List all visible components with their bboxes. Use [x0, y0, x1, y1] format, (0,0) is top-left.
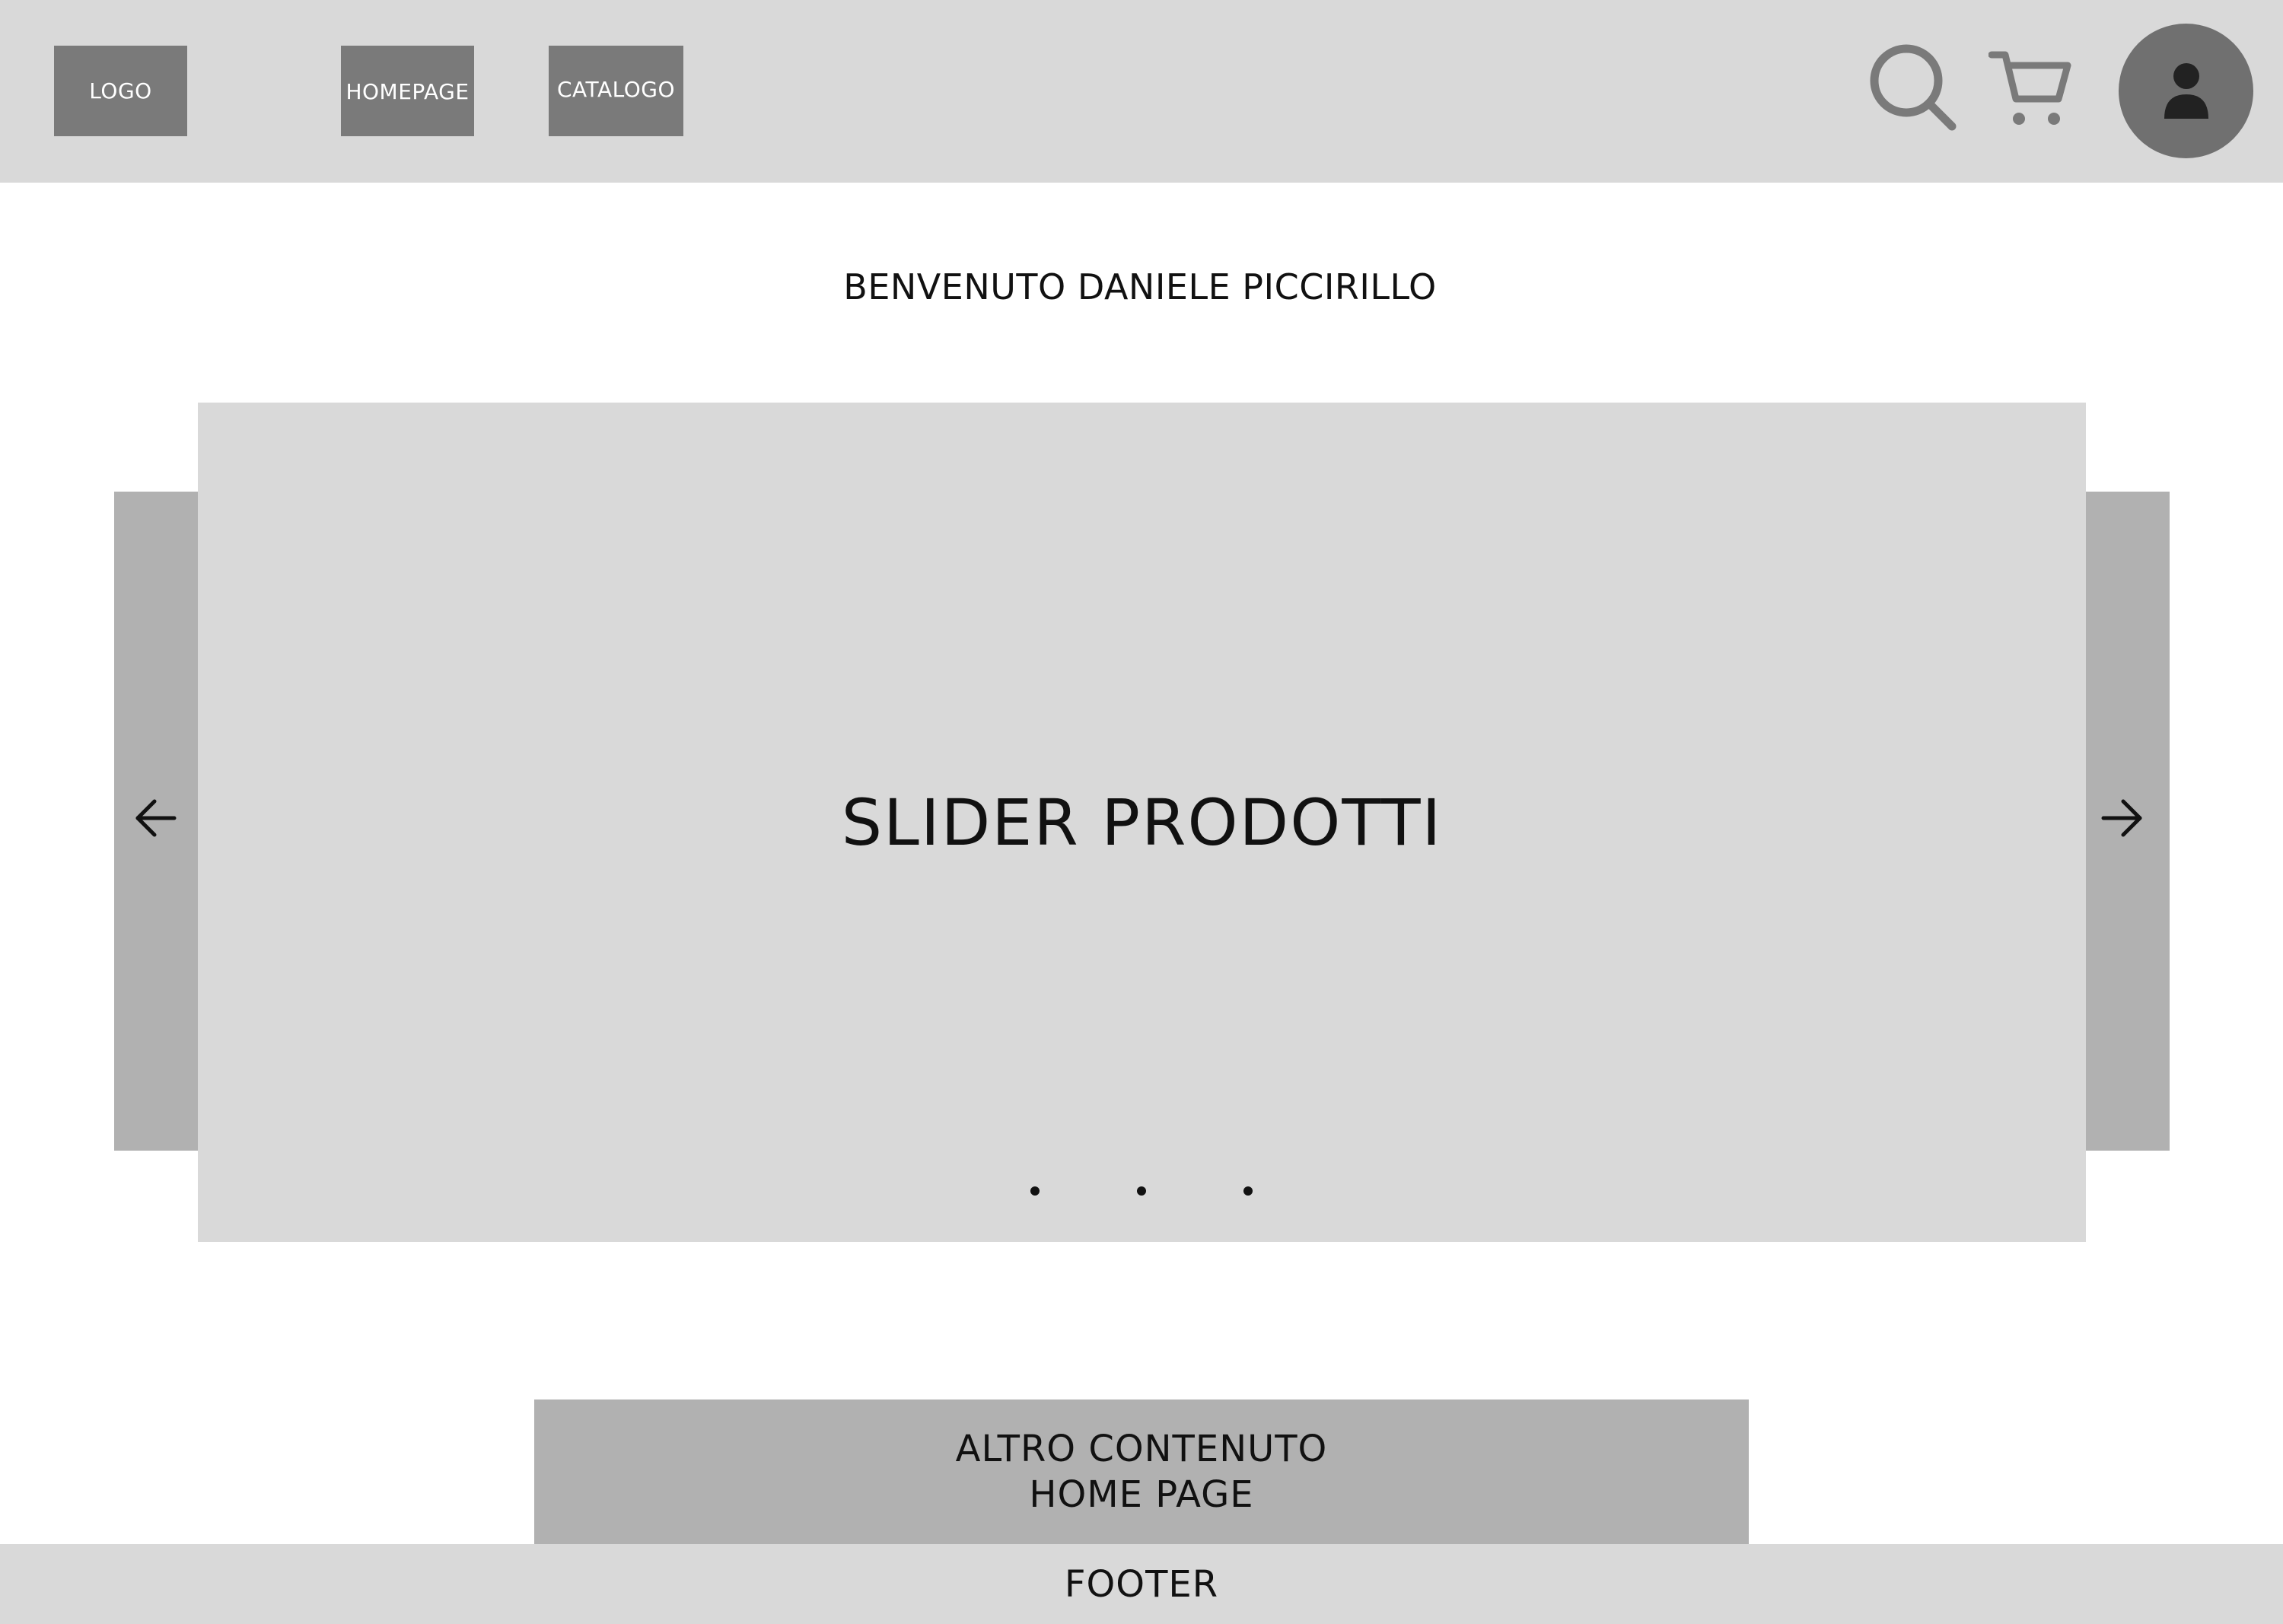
- page: LOGO HOMEPAGE CATALOGO BENVENUTO DANIELE…: [0, 0, 2283, 1624]
- other-content-line1: ALTRO CONTENUTO: [955, 1428, 1328, 1470]
- header: LOGO HOMEPAGE CATALOGO: [0, 0, 2283, 183]
- slider-dot-3[interactable]: [1243, 1186, 1253, 1196]
- nav-catalogo-button[interactable]: CATALOGO: [549, 46, 683, 136]
- other-content-line2: HOME PAGE: [1029, 1473, 1254, 1516]
- logo-label: LOGO: [89, 78, 152, 103]
- cart-icon[interactable]: [1988, 47, 2074, 132]
- welcome-message: BENVENUTO DANIELE PICCIRILLO: [843, 266, 1437, 307]
- other-content-block: ALTRO CONTENUTO HOME PAGE: [534, 1400, 1749, 1544]
- nav-homepage-button[interactable]: HOMEPAGE: [341, 46, 474, 136]
- product-slider[interactable]: SLIDER PRODOTTI: [198, 403, 2086, 1242]
- search-icon[interactable]: [1868, 43, 1958, 132]
- nav-catalogo-label: CATALOGO: [557, 77, 675, 102]
- footer: FOOTER: [0, 1544, 2283, 1624]
- user-icon: [2164, 62, 2208, 119]
- arrow-right-icon[interactable]: [2099, 795, 2144, 841]
- arrow-left-icon[interactable]: [133, 795, 179, 841]
- slider-dot-1[interactable]: [1030, 1186, 1040, 1196]
- logo[interactable]: LOGO: [54, 46, 187, 136]
- footer-label: FOOTER: [1064, 1562, 1219, 1606]
- user-avatar-button[interactable]: [2119, 24, 2253, 158]
- nav-homepage-label: HOMEPAGE: [345, 79, 470, 104]
- slider-title: SLIDER PRODOTTI: [841, 785, 1443, 860]
- slider-dot-2[interactable]: [1137, 1186, 1146, 1196]
